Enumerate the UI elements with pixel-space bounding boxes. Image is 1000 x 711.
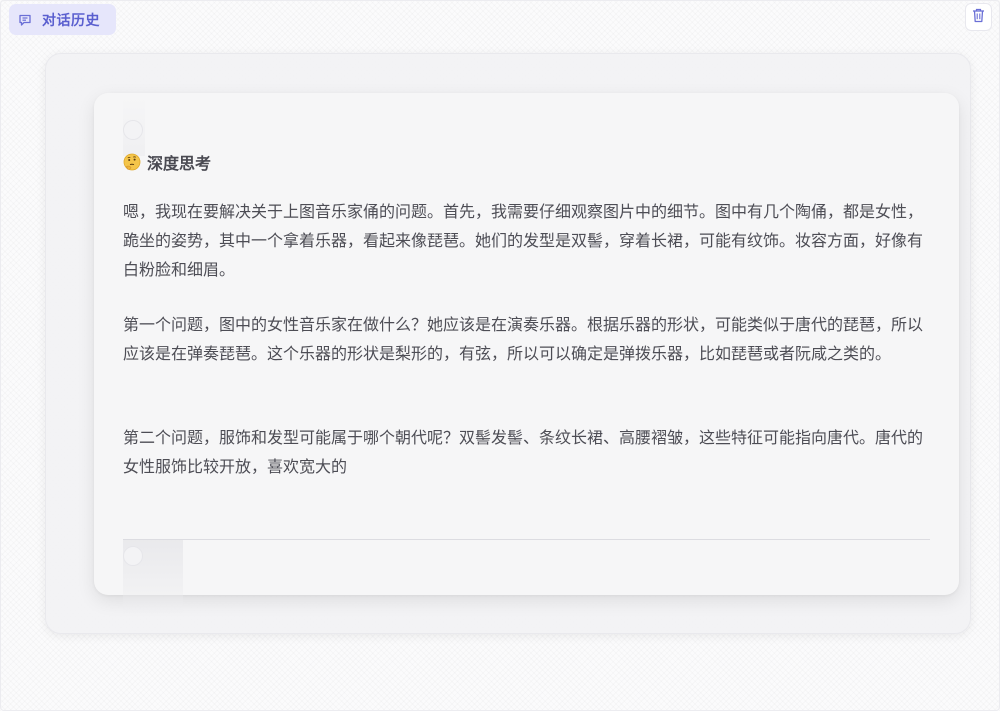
deep-thinking-header[interactable]: 深度思考 xyxy=(123,151,211,173)
card-avatar-placeholder-bottom xyxy=(123,546,143,566)
delete-button[interactable] xyxy=(965,3,992,31)
thinking-face-icon xyxy=(123,153,141,171)
card-avatar-placeholder-top xyxy=(123,120,143,140)
thinking-paragraph: 嗯，我现在要解决关于上图音乐家俑的问题。首先，我需要仔细观察图片中的细节。图中有… xyxy=(123,202,924,279)
chat-bubble-icon xyxy=(17,12,33,28)
conversation-history-label: 对话历史 xyxy=(42,12,100,29)
deep-thinking-title: 深度思考 xyxy=(147,154,212,173)
card-divider xyxy=(123,539,930,540)
thinking-paragraph: 第二个问题，服饰和发型可能属于哪个朝代呢？双髻发髻、条纹长裙、高腰褶皱，这些特征… xyxy=(123,428,924,476)
conversation-history-button[interactable]: 对话历史 xyxy=(9,4,116,35)
trash-icon xyxy=(972,8,985,27)
thinking-paragraph: 第一个问题，图中的女性音乐家在做什么？她应该是在演奏乐器。根据乐器的形状，可能类… xyxy=(123,315,924,363)
